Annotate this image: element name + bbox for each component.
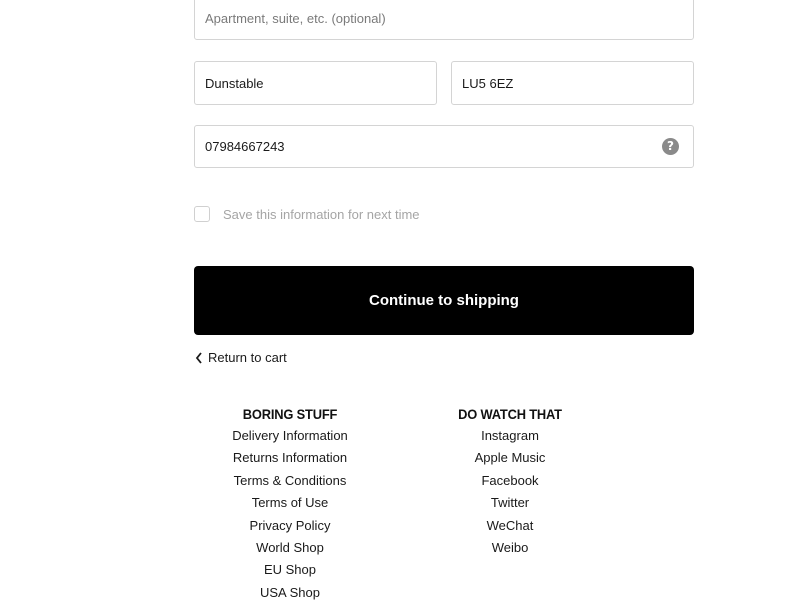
chevron-left-icon — [195, 351, 202, 364]
footer-link-facebook[interactable]: Facebook — [440, 470, 580, 492]
checkout-page: ? Save this information for next time Co… — [0, 0, 800, 600]
footer-link-usa-shop[interactable]: USA Shop — [220, 582, 360, 600]
footer-link-privacy[interactable]: Privacy Policy — [220, 515, 360, 537]
footer-heading: DO WATCH THAT — [458, 406, 562, 422]
footer-heading: BORING STUFF — [242, 406, 338, 422]
return-to-cart-link[interactable]: Return to cart — [195, 350, 287, 365]
footer-link-returns[interactable]: Returns Information — [220, 447, 360, 469]
footer-column-boring-stuff: BORING STUFF Delivery Information Return… — [220, 406, 360, 600]
footer-column-do-watch-that: DO WATCH THAT Instagram Apple Music Face… — [440, 406, 580, 559]
footer-link-wechat[interactable]: WeChat — [440, 515, 580, 537]
footer-link-list: Delivery Information Returns Information… — [220, 425, 360, 600]
footer-link-eu-shop[interactable]: EU Shop — [220, 559, 360, 581]
phone-field[interactable]: ? — [194, 125, 694, 168]
postcode-field[interactable] — [451, 61, 694, 105]
continue-to-shipping-button[interactable]: Continue to shipping — [194, 266, 694, 335]
footer-link-terms-of-use[interactable]: Terms of Use — [220, 492, 360, 514]
save-info-row[interactable]: Save this information for next time — [194, 206, 420, 222]
footer-link-list: Instagram Apple Music Facebook Twitter W… — [440, 425, 580, 559]
city-input[interactable] — [205, 75, 426, 91]
footer-link-terms-conditions[interactable]: Terms & Conditions — [220, 470, 360, 492]
footer-link-weibo[interactable]: Weibo — [440, 537, 580, 559]
save-info-label[interactable]: Save this information for next time — [223, 207, 420, 222]
city-field[interactable] — [194, 61, 437, 105]
phone-input[interactable] — [205, 139, 683, 154]
apartment-field[interactable] — [194, 0, 694, 40]
footer-link-twitter[interactable]: Twitter — [440, 492, 580, 514]
save-info-checkbox[interactable] — [194, 206, 210, 222]
footer-link-world-shop[interactable]: World Shop — [220, 537, 360, 559]
return-to-cart-label: Return to cart — [208, 350, 287, 365]
apartment-input[interactable] — [205, 10, 683, 26]
footer-link-apple-music[interactable]: Apple Music — [440, 447, 580, 469]
footer-link-delivery[interactable]: Delivery Information — [220, 425, 360, 447]
question-circle-icon[interactable]: ? — [662, 138, 679, 155]
footer-link-instagram[interactable]: Instagram — [440, 425, 580, 447]
postcode-input[interactable] — [462, 75, 683, 91]
